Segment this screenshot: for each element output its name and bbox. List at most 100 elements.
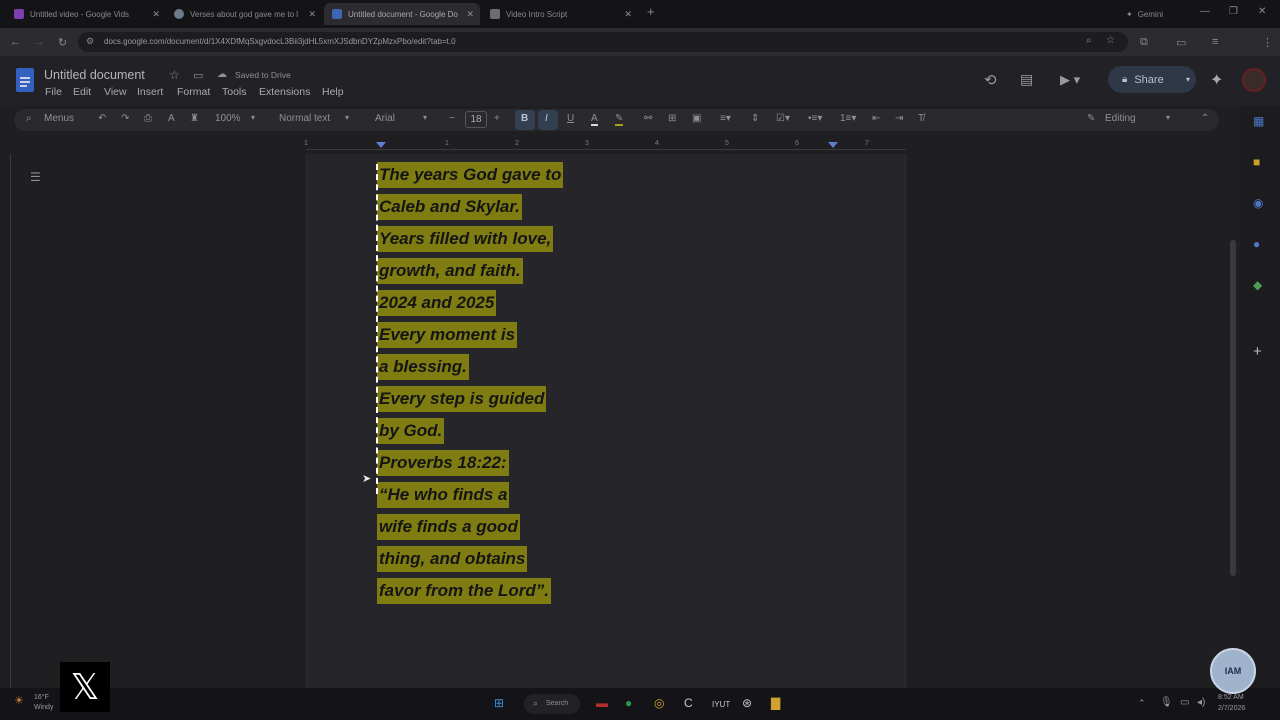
close-icon[interactable]: ✕ xyxy=(308,9,316,20)
redo-icon[interactable]: ↷ xyxy=(121,113,129,124)
document-line[interactable]: wife finds a good xyxy=(377,514,520,540)
maps-icon[interactable]: ◆ xyxy=(1253,278,1262,292)
move-folder-icon[interactable]: ▭ xyxy=(193,69,203,82)
clear-formatting-icon[interactable]: T̸ xyxy=(918,113,924,124)
menu-file[interactable]: File xyxy=(45,86,62,98)
weather-icon[interactable]: ☀ xyxy=(14,694,24,707)
increase-font-icon[interactable]: + xyxy=(494,113,500,124)
contacts-icon[interactable]: ● xyxy=(1253,237,1260,251)
document-line[interactable]: thing, and obtains xyxy=(377,546,528,572)
spotify-icon[interactable]: ● xyxy=(625,696,632,710)
right-indent-marker[interactable] xyxy=(828,142,838,148)
account-avatar[interactable] xyxy=(1242,68,1266,92)
tab-search-icon[interactable]: ≡ xyxy=(1212,36,1218,48)
link-icon[interactable]: ⚯ xyxy=(644,113,652,124)
document-line[interactable]: Every moment is xyxy=(377,322,518,348)
keep-icon[interactable]: ■ xyxy=(1253,155,1260,169)
decrease-indent-icon[interactable]: ⇤ xyxy=(872,113,880,124)
document-outline-icon[interactable]: ☰ xyxy=(30,170,41,184)
close-icon[interactable]: ✕ xyxy=(624,9,632,20)
increase-indent-icon[interactable]: ⇥ xyxy=(895,113,903,124)
underline-icon[interactable]: U xyxy=(567,113,574,124)
decrease-font-icon[interactable]: − xyxy=(449,113,455,124)
collapse-toolbar-icon[interactable]: ⌃ xyxy=(1201,113,1209,124)
chevron-down-icon[interactable]: ▾ xyxy=(1186,75,1190,84)
browser-tab[interactable]: Verses about god gave me to l ✕ xyxy=(166,3,322,25)
url-text[interactable]: docs.google.com/document/d/1X4XDfMqSxgvd… xyxy=(104,37,456,46)
minimize-icon[interactable]: — xyxy=(1200,6,1210,17)
add-addon-icon[interactable]: + xyxy=(1253,343,1262,360)
app-icon[interactable]: Ϲ xyxy=(684,696,693,710)
bulleted-list-icon[interactable]: •≡▾ xyxy=(808,113,822,124)
editing-mode-select[interactable]: Editing xyxy=(1105,113,1136,124)
taskbar-search[interactable]: ⌕ Search xyxy=(524,694,580,714)
document-line[interactable]: “He who finds a xyxy=(377,482,510,508)
close-window-icon[interactable]: ✕ xyxy=(1258,6,1266,17)
microphone-icon[interactable]: 🎙︎ xyxy=(1160,697,1173,708)
comments-icon[interactable]: ▤ xyxy=(1020,71,1033,88)
gemini-spark-icon[interactable]: ✦ xyxy=(1210,70,1223,90)
close-icon[interactable]: ✕ xyxy=(466,9,474,20)
document-line[interactable]: favor from the Lord”. xyxy=(377,578,552,604)
browser-tab-active[interactable]: Untitled document - Google Do ✕ xyxy=(324,3,480,25)
address-bar[interactable]: ⚙ docs.google.com/document/d/1X4XDfMqSxg… xyxy=(78,32,1128,52)
undo-icon[interactable]: ↶ xyxy=(98,113,106,124)
document-line[interactable]: Years filled with love, xyxy=(377,226,554,252)
highlight-color-icon[interactable]: ✎ xyxy=(615,113,624,126)
network-icon[interactable]: ▭ xyxy=(1180,697,1189,708)
clock-time[interactable]: 8:52 AM xyxy=(1218,694,1244,701)
menu-view[interactable]: View xyxy=(104,86,127,98)
chevron-down-icon[interactable]: ▾ xyxy=(1166,113,1170,122)
menu-extensions[interactable]: Extensions xyxy=(259,86,310,98)
document-line[interactable]: a blessing. xyxy=(377,354,469,380)
paint-format-icon[interactable]: ♜ xyxy=(190,113,199,124)
add-comment-icon[interactable]: ⊞ xyxy=(668,113,676,124)
windows-start-icon[interactable]: ⊞ xyxy=(494,696,504,710)
meet-icon[interactable]: ▶ ▾ xyxy=(1060,72,1080,88)
menu-edit[interactable]: Edit xyxy=(73,86,91,98)
vertical-scrollbar[interactable] xyxy=(1230,240,1236,576)
new-tab-icon[interactable]: + xyxy=(647,4,655,19)
document-line[interactable]: Every step is guided xyxy=(377,386,547,412)
menu-format[interactable]: Format xyxy=(177,86,210,98)
style-select[interactable]: Normal text xyxy=(279,113,330,124)
restore-icon[interactable]: ❐ xyxy=(1229,6,1238,17)
chevron-down-icon[interactable]: ▾ xyxy=(251,113,255,122)
print-icon[interactable]: ⎙ xyxy=(144,113,152,124)
menu-insert[interactable]: Insert xyxy=(137,86,163,98)
insert-image-icon[interactable]: ▣ xyxy=(692,113,701,124)
docs-logo-icon[interactable] xyxy=(16,68,34,92)
zoom-icon[interactable]: ⌕ xyxy=(1086,35,1092,46)
document-line[interactable]: The years God gave to xyxy=(377,162,564,188)
document-title[interactable]: Untitled document xyxy=(44,68,145,82)
bookmark-star-icon[interactable]: ☆ xyxy=(1106,35,1115,46)
file-explorer-icon[interactable]: ▇ xyxy=(771,696,780,710)
search-icon[interactable]: ⌕ xyxy=(26,113,32,124)
chevron-down-icon[interactable]: ▾ xyxy=(423,113,427,122)
version-history-icon[interactable]: ⟲ xyxy=(984,71,997,89)
font-size-input[interactable]: 18 xyxy=(465,111,487,128)
left-indent-marker[interactable] xyxy=(376,142,386,148)
document-line[interactable]: growth, and faith. xyxy=(377,258,523,284)
chevron-down-icon[interactable]: ▾ xyxy=(345,113,349,122)
site-info-icon[interactable]: ⚙ xyxy=(86,36,94,47)
italic-icon[interactable]: I xyxy=(545,113,548,124)
browser-menu-icon[interactable]: ⋮ xyxy=(1262,36,1273,49)
text-color-icon[interactable]: A xyxy=(591,113,598,126)
app-icon[interactable]: ⊛ xyxy=(742,696,752,710)
menu-help[interactable]: Help xyxy=(322,86,344,98)
app-icon[interactable]: IYUT xyxy=(712,700,730,709)
document-line[interactable]: by God. xyxy=(377,418,445,444)
zoom-select[interactable]: 100% xyxy=(215,113,241,124)
browser-tab[interactable]: Video Intro Script ✕ xyxy=(482,3,638,25)
close-icon[interactable]: ✕ xyxy=(152,9,160,20)
line-spacing-icon[interactable]: ⇕ xyxy=(751,113,759,124)
tasks-icon[interactable]: ◉ xyxy=(1253,196,1263,210)
cast-icon[interactable]: ▭ xyxy=(1176,36,1186,49)
calendar-icon[interactable]: ▦ xyxy=(1253,114,1264,128)
checklist-icon[interactable]: ☑▾ xyxy=(776,113,790,124)
align-icon[interactable]: ≡▾ xyxy=(720,113,731,124)
document-line[interactable]: Proverbs 18:22: xyxy=(377,450,509,476)
document-line[interactable]: 2024 and 2025 xyxy=(377,290,497,316)
chrome-icon[interactable]: ◎ xyxy=(654,696,664,710)
